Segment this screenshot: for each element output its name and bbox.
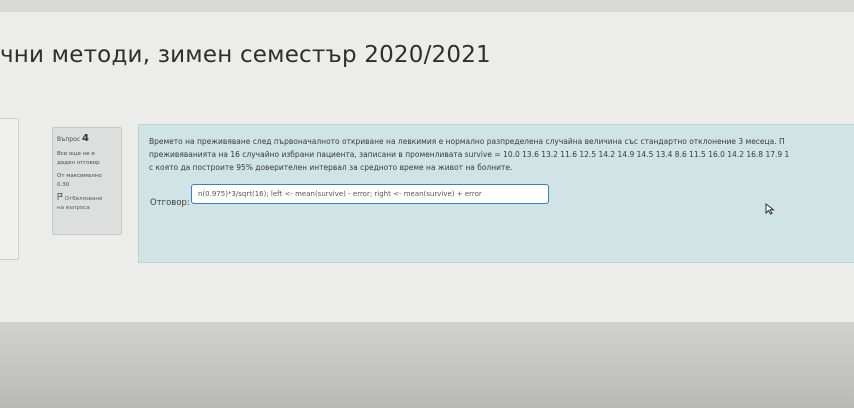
status-line-2: даден отговор [57,160,100,166]
question-text: Времето на преживяване след първоначално… [149,135,854,174]
question-text-line-1: Времето на преживяване след първоначално… [149,137,785,146]
left-side-card [0,118,19,260]
browser-top-strip [0,0,854,12]
question-label: Въпрос [57,136,81,143]
flag-question-link[interactable]: Отбелязване на въпроса [57,193,117,213]
question-number: Въпрос 4 [57,133,117,144]
question-text-line-2: преживяванията на 16 случайно избрани па… [149,150,790,159]
question-text-line-3: с която да построите 95% доверителен инт… [149,163,513,172]
question-content-box: Времето на преживяване след първоначално… [138,124,854,263]
flag-icon [57,193,65,202]
max-points-value: 0.30 [57,182,70,188]
max-points-label: От максимално [57,173,102,179]
status-line-1: Все още не е [57,151,95,157]
flag-line-1: Отбелязване [64,196,103,202]
mouse-cursor-icon [765,200,775,219]
question-number-value: 4 [81,133,89,144]
flag-line-2: на въпроса [57,205,90,211]
answer-input[interactable] [191,184,549,204]
answer-label: Отговор: [150,198,190,208]
question-info-box: Въпрос 4 Все още не е даден отговор От м… [52,127,122,235]
page-title: чни методи, зимен семестър 2020/2021 [0,42,491,68]
